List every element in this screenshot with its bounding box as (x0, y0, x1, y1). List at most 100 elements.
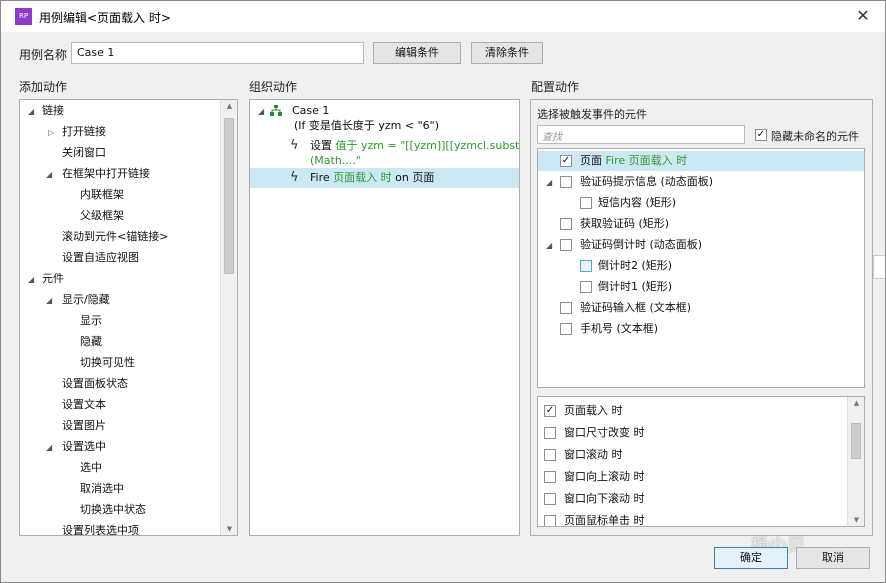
expand-icon[interactable]: ◢ (46, 170, 52, 179)
tree-item[interactable]: 选中 (80, 458, 102, 478)
case-condition: (If 变是值长度于 yzm < "6") (294, 119, 440, 132)
event-checkbox[interactable] (544, 449, 556, 461)
expand-icon[interactable]: ◢ (258, 107, 264, 116)
tree-item[interactable]: 关闭窗口 (62, 143, 106, 163)
edit-condition-button[interactable]: 编辑条件 (373, 42, 461, 64)
title-bar: RP 用例编辑<页面载入 时> ✕ (1, 1, 885, 32)
tree-item[interactable]: 切换选中状态 (80, 500, 146, 520)
organize-actions-tree: ◢ Case 1 (If 变是值长度于 yzm < "6") ϟ 设置 值于 y… (249, 99, 520, 536)
target-checkbox[interactable] (560, 239, 572, 251)
scroll-down-icon[interactable]: ▼ (221, 525, 237, 533)
case-icon (270, 105, 282, 116)
vertical-scrollbar[interactable]: ▲ ▼ (847, 397, 864, 526)
window-title: 用例编辑<页面载入 时> (39, 11, 171, 25)
target-item[interactable]: 倒计时1 (矩形) (598, 277, 672, 297)
close-icon[interactable]: ✕ (853, 6, 873, 26)
target-checkbox[interactable] (560, 176, 572, 188)
target-checkbox[interactable] (560, 323, 572, 335)
event-checkbox[interactable]: ✓ (544, 405, 556, 417)
event-checkbox[interactable] (544, 427, 556, 439)
lightning-icon: ϟ (290, 170, 299, 185)
target-item[interactable]: 倒计时2 (矩形) (598, 256, 672, 276)
tree-item[interactable]: 显示 (80, 311, 102, 331)
event-list: ✓ 页面载入 时 窗口尺寸改变 时 窗口滚动 时 窗口向上滚动 时 窗口向下滚动… (537, 396, 865, 527)
target-checkbox[interactable] (580, 281, 592, 293)
target-item[interactable]: 页面 Fire 页面载入 时 (580, 151, 687, 171)
target-item[interactable]: 短信内容 (矩形) (598, 193, 676, 213)
event-item[interactable]: 页面鼠标单击 时 (564, 511, 645, 526)
cancel-button[interactable]: 取消 (796, 547, 870, 569)
tree-item[interactable]: 在框架中打开链接 (62, 164, 150, 184)
scroll-up-icon[interactable]: ▲ (848, 399, 864, 407)
target-item[interactable]: 获取验证码 (矩形) (580, 214, 669, 234)
scroll-down-icon[interactable]: ▼ (848, 516, 864, 524)
scroll-up-icon[interactable]: ▲ (221, 102, 237, 110)
event-checkbox[interactable] (544, 471, 556, 483)
event-item[interactable]: 页面载入 时 (564, 401, 623, 421)
expand-icon[interactable]: ◢ (28, 107, 34, 116)
target-label: 页面 (580, 154, 602, 167)
tree-item[interactable]: 设置图片 (62, 416, 106, 436)
tree-item[interactable]: 设置自适应视图 (62, 248, 139, 268)
scroll-thumb[interactable] (224, 118, 234, 274)
tree-item[interactable]: 内联框架 (80, 185, 124, 205)
tree-item[interactable]: 设置列表选中项 (62, 521, 139, 535)
scroll-thumb[interactable] (851, 423, 861, 459)
event-checkbox[interactable] (544, 493, 556, 505)
add-actions-heading: 添加动作 (19, 80, 68, 94)
lightning-icon: ϟ (290, 138, 299, 153)
config-subheading: 选择被触发事件的元件 (537, 108, 647, 121)
app-icon: RP (15, 8, 32, 25)
tree-item[interactable]: 取消选中 (80, 479, 124, 499)
expand-icon[interactable]: ◢ (546, 241, 552, 250)
tree-item[interactable]: 显示/隐藏 (62, 290, 110, 310)
tree-item[interactable]: 打开链接 (62, 122, 106, 142)
tree-item[interactable]: 设置选中 (62, 437, 106, 457)
tree-item[interactable]: 父级框架 (80, 206, 124, 226)
target-widget-list: ✓ 页面 Fire 页面载入 时 ◢ 验证码提示信息 (动态面板) 短信内容 (… (537, 148, 865, 388)
config-actions-panel: 选择被触发事件的元件 查找 ✓ 隐藏未命名的元件 ✓ 页面 Fire 页面载入 … (530, 99, 873, 536)
event-item[interactable]: 窗口向上滚动 时 (564, 467, 645, 487)
target-checkbox[interactable]: ✓ (560, 155, 572, 167)
expand-icon[interactable]: ◢ (46, 296, 52, 305)
tree-item[interactable]: 元件 (42, 269, 64, 289)
tree-item[interactable]: 切换可见性 (80, 353, 135, 373)
target-checkbox[interactable] (560, 218, 572, 230)
add-actions-tree: ◢ 链接 ▷ 打开链接 关闭窗口 ◢ 在框架中打开链接 内联框架 父级框架 滚动… (19, 99, 238, 536)
hide-unnamed-label: 隐藏未命名的元件 (771, 130, 859, 143)
vertical-scrollbar[interactable]: ▲ ▼ (220, 100, 237, 535)
tree-item[interactable]: 设置面板状态 (62, 374, 128, 394)
expand-icon[interactable]: ◢ (46, 443, 52, 452)
expand-icon[interactable]: ◢ (546, 178, 552, 187)
target-item[interactable]: 验证码倒计时 (动态面板) (580, 235, 702, 255)
target-item[interactable]: 验证码提示信息 (动态面板) (580, 172, 713, 192)
target-checkbox[interactable] (560, 302, 572, 314)
hide-unnamed-checkbox[interactable]: ✓ (755, 129, 767, 141)
clear-condition-button[interactable]: 清除条件 (471, 42, 543, 64)
tree-item[interactable]: 隐藏 (80, 332, 102, 352)
tree-item[interactable]: 滚动到元件<锚链接> (62, 227, 168, 247)
action-fire-event[interactable]: Fire 页面载入 时 on 页面 (310, 168, 434, 188)
event-item[interactable]: 窗口尺寸改变 时 (564, 423, 645, 443)
event-item[interactable]: 窗口向下滚动 时 (564, 489, 645, 509)
side-handle[interactable] (873, 255, 885, 279)
expand-icon[interactable]: ◢ (28, 275, 34, 284)
event-checkbox[interactable] (544, 515, 556, 526)
search-input[interactable]: 查找 (537, 125, 745, 144)
target-item[interactable]: 验证码输入框 (文本框) (580, 298, 691, 318)
target-item[interactable]: 手机号 (文本框) (580, 319, 658, 339)
ok-button[interactable]: 确定 (714, 547, 788, 569)
case-name-input[interactable]: Case 1 (71, 42, 364, 64)
collapsed-arrow-icon[interactable]: ▷ (48, 128, 54, 137)
target-checkbox[interactable] (580, 260, 592, 272)
target-checkbox[interactable] (580, 197, 592, 209)
action-suffix: on 页面 (395, 171, 435, 184)
action-detail: 值于 yzm = "[[yzm]][[yzmcl.substr (335, 139, 520, 152)
dialog-window: RP 用例编辑<页面载入 时> ✕ 用例名称 Case 1 编辑条件 清除条件 … (0, 0, 886, 583)
organize-actions-heading: 组织动作 (249, 80, 298, 94)
target-event: Fire 页面载入 时 (605, 154, 688, 167)
tree-item[interactable]: 设置文本 (62, 395, 106, 415)
event-item[interactable]: 窗口滚动 时 (564, 445, 623, 465)
tree-item[interactable]: 链接 (42, 101, 64, 121)
action-prefix: Fire (310, 171, 330, 184)
